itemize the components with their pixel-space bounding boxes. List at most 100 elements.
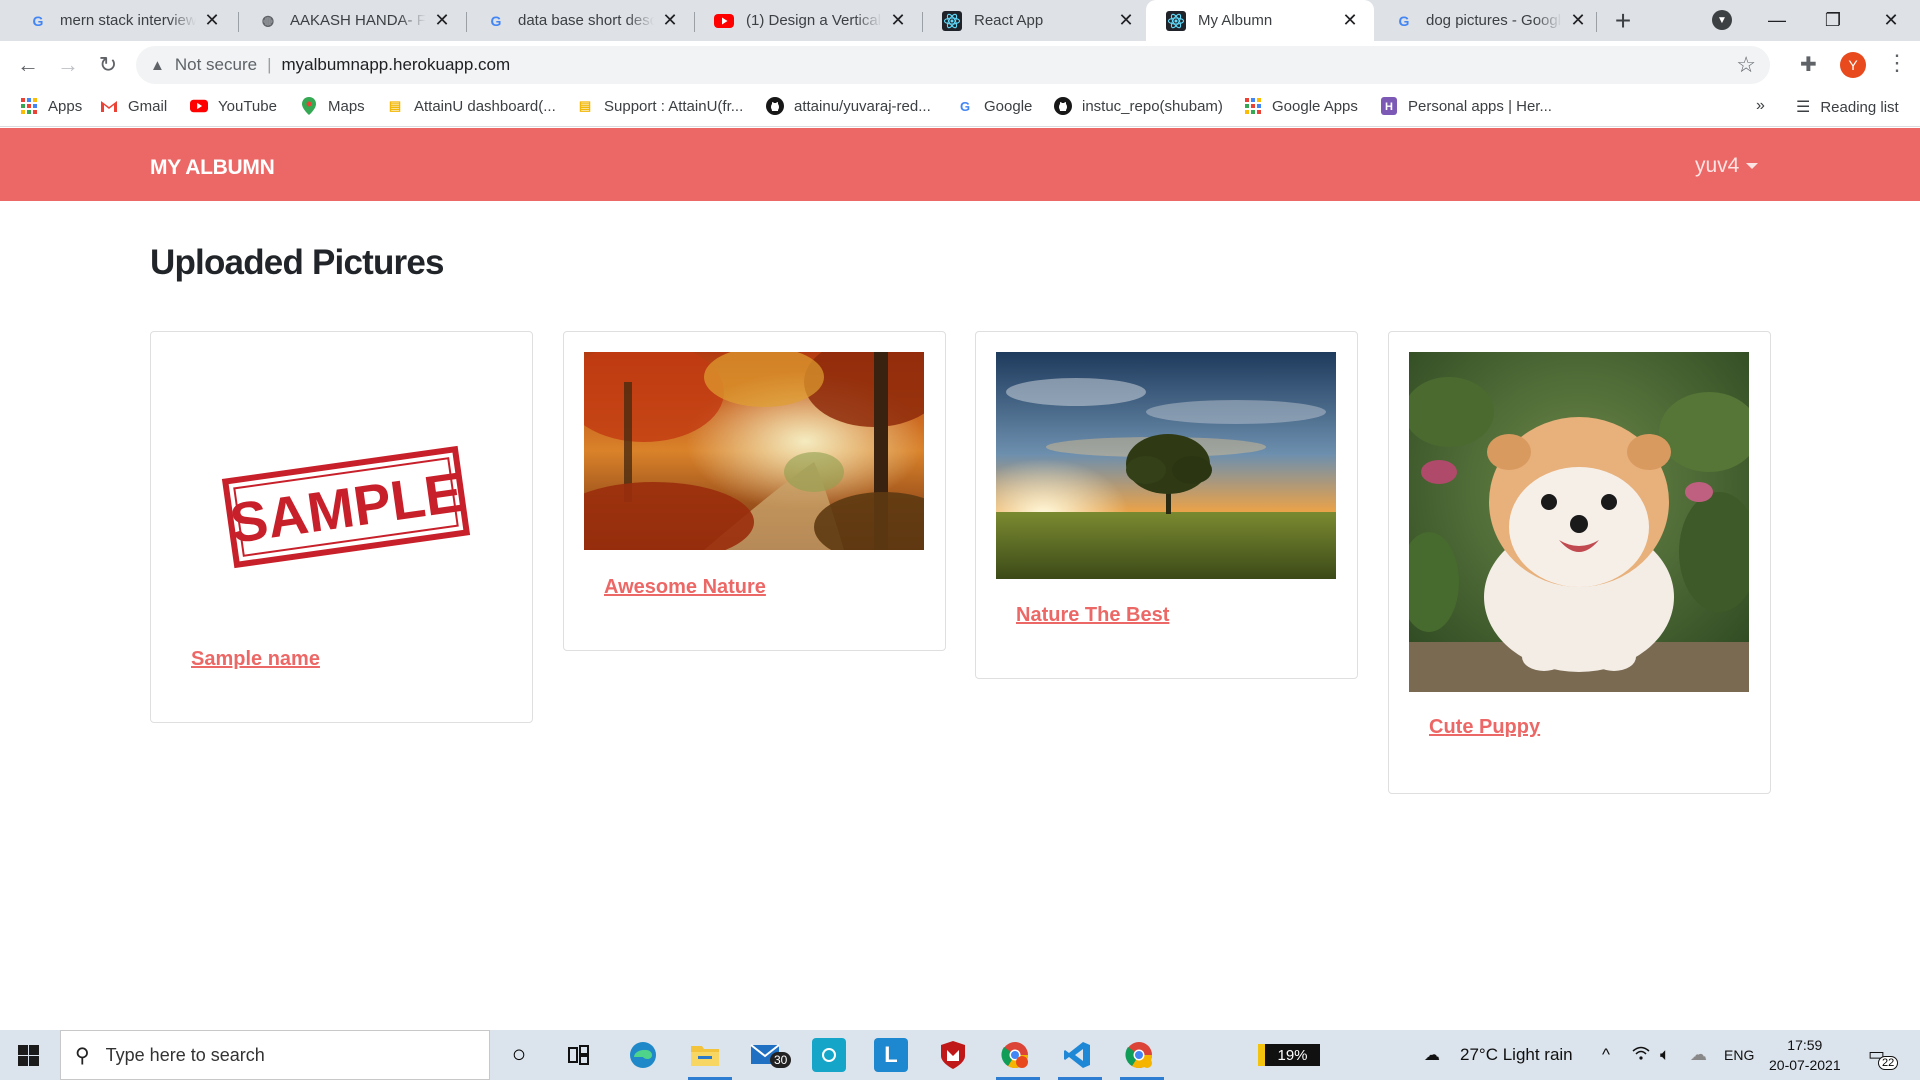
bookmarks-bar: Apps Gmail YouTube Maps ▤ AttainU dashbo… <box>0 89 1920 127</box>
url-text[interactable]: myalbumnapp.herokuapp.com <box>281 55 510 75</box>
tab-youtube-timeline[interactable]: (1) Design a Vertical Timeline ✕ <box>694 0 922 41</box>
brand-logo[interactable]: MY ALBUMN <box>150 156 275 180</box>
close-icon[interactable]: ✕ <box>660 10 680 31</box>
taskbar-search-input[interactable]: ⚲ Type here to search <box>60 1030 490 1080</box>
tab-dog-pictures[interactable]: G dog pictures - Google Search ✕ <box>1374 0 1602 41</box>
edge-browser-icon[interactable] <box>626 1038 660 1072</box>
notification-count: 22 <box>1878 1056 1899 1070</box>
profile-avatar[interactable]: Y <box>1840 52 1866 78</box>
bookmark-attainu-support[interactable]: ▤ Support : AttainU(fr... <box>576 97 743 115</box>
bookmark-youtube[interactable]: YouTube <box>190 97 277 115</box>
bookmark-google[interactable]: G Google <box>956 97 1032 115</box>
google-icon: G <box>32 12 44 29</box>
onedrive-cloud-icon[interactable]: ☁ <box>1690 1045 1707 1065</box>
close-icon[interactable]: ✕ <box>1340 10 1360 31</box>
warning-icon[interactable]: ▲ <box>150 57 165 74</box>
picture-card: SAMPLE Sample name <box>150 331 533 723</box>
bookmark-label: Apps <box>48 97 83 115</box>
bookmark-label: YouTube <box>218 97 277 115</box>
tab-title: AAKASH HANDA- FULL STACK <box>290 12 426 29</box>
bookmark-github-instuc[interactable]: instuc_repo(shubam) <box>1054 97 1223 115</box>
window-close-icon[interactable]: ✕ <box>1866 0 1916 40</box>
vscode-icon[interactable] <box>1060 1038 1094 1072</box>
close-icon[interactable]: ✕ <box>202 10 222 31</box>
card-caption-link[interactable]: Awesome Nature <box>604 576 766 599</box>
tray-chevron-up-icon[interactable]: ^ <box>1602 1045 1610 1065</box>
bookmark-label: attainu/yuvaraj-red... <box>794 97 931 115</box>
card-caption-link[interactable]: Cute Puppy <box>1429 716 1540 739</box>
task-view-icon[interactable] <box>562 1038 596 1072</box>
language-indicator[interactable]: ENG <box>1724 1047 1754 1063</box>
file-explorer-icon[interactable] <box>688 1038 722 1072</box>
new-tab-plus-icon[interactable]: + <box>1608 5 1638 36</box>
attainu-icon: ▤ <box>388 98 402 113</box>
github-icon <box>1054 97 1072 115</box>
letter-l-app-icon[interactable]: L <box>874 1038 908 1072</box>
bookmark-attainu-dashboard[interactable]: ▤ AttainU dashboard(... <box>386 97 556 115</box>
svg-text:H: H <box>1385 101 1393 113</box>
more-vert-icon[interactable]: ⋮ <box>1886 50 1908 76</box>
windows-start-icon[interactable] <box>18 1045 39 1066</box>
mcafee-shield-icon[interactable] <box>936 1038 970 1072</box>
user-dropdown[interactable]: yuv4 <box>1695 154 1759 178</box>
bookmark-label: AttainU dashboard(... <box>414 97 556 115</box>
card-image <box>1409 352 1749 692</box>
search-icon: ⚲ <box>75 1044 90 1067</box>
reading-list-button[interactable]: ☰ Reading list <box>1796 97 1899 117</box>
maps-pin-icon <box>300 97 318 115</box>
back-arrow-icon[interactable]: ← <box>12 49 44 81</box>
username: yuv4 <box>1695 154 1740 177</box>
tab-database[interactable]: G data base short description ✕ <box>466 0 694 41</box>
card-image <box>996 352 1336 579</box>
tab-aakash-handa[interactable]: ◍ AAKASH HANDA- FULL STACK ✕ <box>238 0 466 41</box>
search-placeholder: Type here to search <box>105 1044 265 1065</box>
gmail-icon <box>100 97 118 115</box>
bookmark-label: Personal apps | Her... <box>1408 97 1552 115</box>
heroku-icon: H <box>1380 97 1398 115</box>
security-label[interactable]: Not secure <box>175 55 257 75</box>
app-navbar: MY ALBUMN yuv4 <box>0 128 1920 201</box>
tab-title: (1) Design a Vertical Timeline <box>746 12 882 29</box>
system-clock[interactable]: 17:59 20-07-2021 <box>1769 1035 1841 1075</box>
minimize-icon[interactable]: — <box>1752 0 1802 40</box>
google-icon: G <box>490 12 502 29</box>
close-icon[interactable]: ✕ <box>432 10 452 31</box>
address-bar[interactable]: ▲ Not secure | myalbumnapp.herokuapp.com… <box>136 46 1770 84</box>
tab-react-app[interactable]: React App ✕ <box>922 0 1150 41</box>
bookmark-label: instuc_repo(shubam) <box>1082 97 1223 115</box>
tab-my-albumn[interactable]: My Albumn ✕ <box>1146 0 1374 41</box>
close-icon[interactable]: ✕ <box>1568 10 1588 31</box>
tab-title: dog pictures - Google Search <box>1426 12 1562 29</box>
close-icon[interactable]: ✕ <box>888 10 908 31</box>
wifi-icon[interactable] <box>1632 1045 1650 1066</box>
volume-icon[interactable]: 🔈︎ <box>1660 1045 1670 1065</box>
apps-grid-icon <box>1244 97 1262 115</box>
chrome-icon[interactable] <box>1122 1038 1156 1072</box>
bookmark-gmail[interactable]: Gmail <box>100 97 167 115</box>
card-caption-link[interactable]: Nature The Best <box>1016 604 1169 627</box>
tab-title: My Albumn <box>1198 12 1273 29</box>
bookmark-apps[interactable]: Apps <box>20 97 82 115</box>
card-caption-link[interactable]: Sample name <box>191 648 320 671</box>
weather-cloud-icon[interactable]: ☁ <box>1424 1045 1440 1065</box>
app-square-icon[interactable] <box>812 1038 846 1072</box>
restore-icon[interactable]: ❐ <box>1808 0 1858 40</box>
bookmark-maps[interactable]: Maps <box>300 97 365 115</box>
reload-icon[interactable]: ↻ <box>92 49 124 81</box>
chrome-profile-icon[interactable] <box>998 1038 1032 1072</box>
bookmark-star-icon[interactable]: ☆ <box>1736 52 1756 78</box>
tab-search-icon[interactable]: ▼ <box>1712 10 1732 30</box>
bookmark-google-apps[interactable]: Google Apps <box>1244 97 1358 115</box>
bookmark-personal-apps[interactable]: H Personal apps | Her... <box>1380 97 1552 115</box>
card-image <box>584 352 924 550</box>
battery-indicator[interactable]: 19% <box>1258 1044 1320 1066</box>
forward-arrow-icon[interactable]: → <box>52 49 84 81</box>
extensions-puzzle-icon[interactable]: ✚ <box>1800 52 1817 77</box>
weather-text[interactable]: 27°C Light rain <box>1460 1045 1573 1065</box>
bookmark-github-yuvaraj[interactable]: attainu/yuvaraj-red... <box>766 97 931 115</box>
react-icon <box>1166 10 1186 31</box>
tab-mern-stack[interactable]: G mern stack interview questions ✕ <box>8 0 236 41</box>
close-icon[interactable]: ✕ <box>1116 10 1136 31</box>
bookmarks-overflow-icon[interactable]: » <box>1756 97 1765 115</box>
cortana-icon[interactable]: ○ <box>502 1038 536 1072</box>
